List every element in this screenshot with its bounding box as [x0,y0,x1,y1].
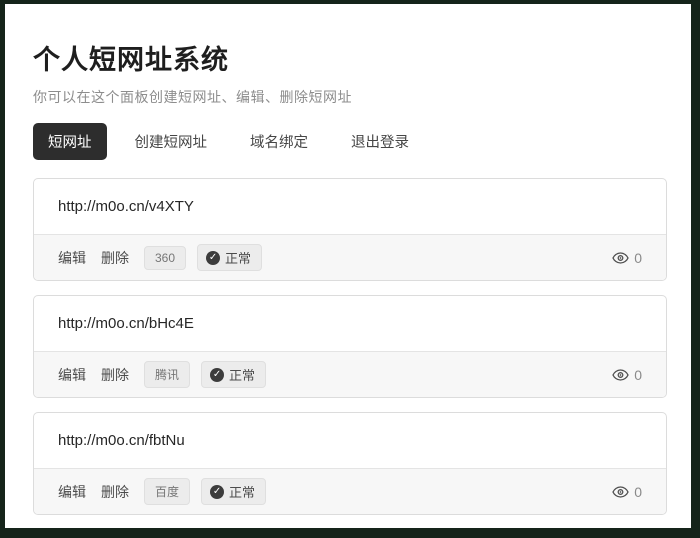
delete-button[interactable]: 删除 [101,365,129,385]
status-label: 正常 [229,365,255,384]
edit-button[interactable]: 编辑 [58,365,86,385]
short-url-list: http://m0o.cn/v4XTY 编辑 删除 360 ✓ 正常 [33,178,667,515]
card-footer: 编辑 删除 百度 ✓ 正常 [34,468,666,514]
delete-button[interactable]: 删除 [101,482,129,502]
nav-tabs: 短网址 创建短网址 域名绑定 退出登录 [33,123,667,160]
status-label: 正常 [225,248,251,267]
views-counter: 0 [612,250,642,266]
page-title: 个人短网址系统 [33,38,667,77]
delete-button[interactable]: 删除 [101,248,129,268]
card-body: http://m0o.cn/v4XTY [34,179,666,234]
status-badge: ✓ 正常 [201,361,266,388]
tab-domain-binding[interactable]: 域名绑定 [235,123,323,160]
tab-create-short-url[interactable]: 创建短网址 [120,123,223,160]
window-frame: 个人短网址系统 你可以在这个面板创建短网址、编辑、删除短网址 短网址 创建短网址… [0,0,700,538]
status-label: 正常 [229,482,255,501]
card-body: http://m0o.cn/bHc4E [34,296,666,351]
card-footer: 编辑 删除 360 ✓ 正常 [34,234,666,280]
views-count: 0 [634,367,642,383]
eye-icon [612,369,629,381]
edit-button[interactable]: 编辑 [58,482,86,502]
short-url-link[interactable]: http://m0o.cn/fbtNu [58,432,185,449]
check-circle-icon: ✓ [210,485,224,499]
short-url-link[interactable]: http://m0o.cn/bHc4E [58,315,194,332]
card-footer: 编辑 删除 腾讯 ✓ 正常 [34,351,666,397]
short-url-card: http://m0o.cn/v4XTY 编辑 删除 360 ✓ 正常 [33,178,667,281]
tab-short-urls[interactable]: 短网址 [33,123,107,160]
short-url-card: http://m0o.cn/fbtNu 编辑 删除 百度 ✓ 正常 [33,412,667,515]
views-count: 0 [634,484,642,500]
card-body: http://m0o.cn/fbtNu [34,413,666,468]
eye-icon [612,252,629,264]
status-badge: ✓ 正常 [201,478,266,505]
short-url-card: http://m0o.cn/bHc4E 编辑 删除 腾讯 ✓ 正常 [33,295,667,398]
eye-icon [612,486,629,498]
views-counter: 0 [612,484,642,500]
views-count: 0 [634,250,642,266]
check-circle-icon: ✓ [210,368,224,382]
edit-button[interactable]: 编辑 [58,248,86,268]
views-counter: 0 [612,367,642,383]
status-badge: ✓ 正常 [197,244,262,271]
page-content: 个人短网址系统 你可以在这个面板创建短网址、编辑、删除短网址 短网址 创建短网址… [5,4,691,515]
source-badge: 百度 [144,478,190,505]
tab-logout[interactable]: 退出登录 [336,123,424,160]
short-url-link[interactable]: http://m0o.cn/v4XTY [58,198,194,215]
check-circle-icon: ✓ [206,251,220,265]
source-badge: 腾讯 [144,361,190,388]
source-badge: 360 [144,246,186,270]
page-subtitle: 你可以在这个面板创建短网址、编辑、删除短网址 [33,87,667,107]
